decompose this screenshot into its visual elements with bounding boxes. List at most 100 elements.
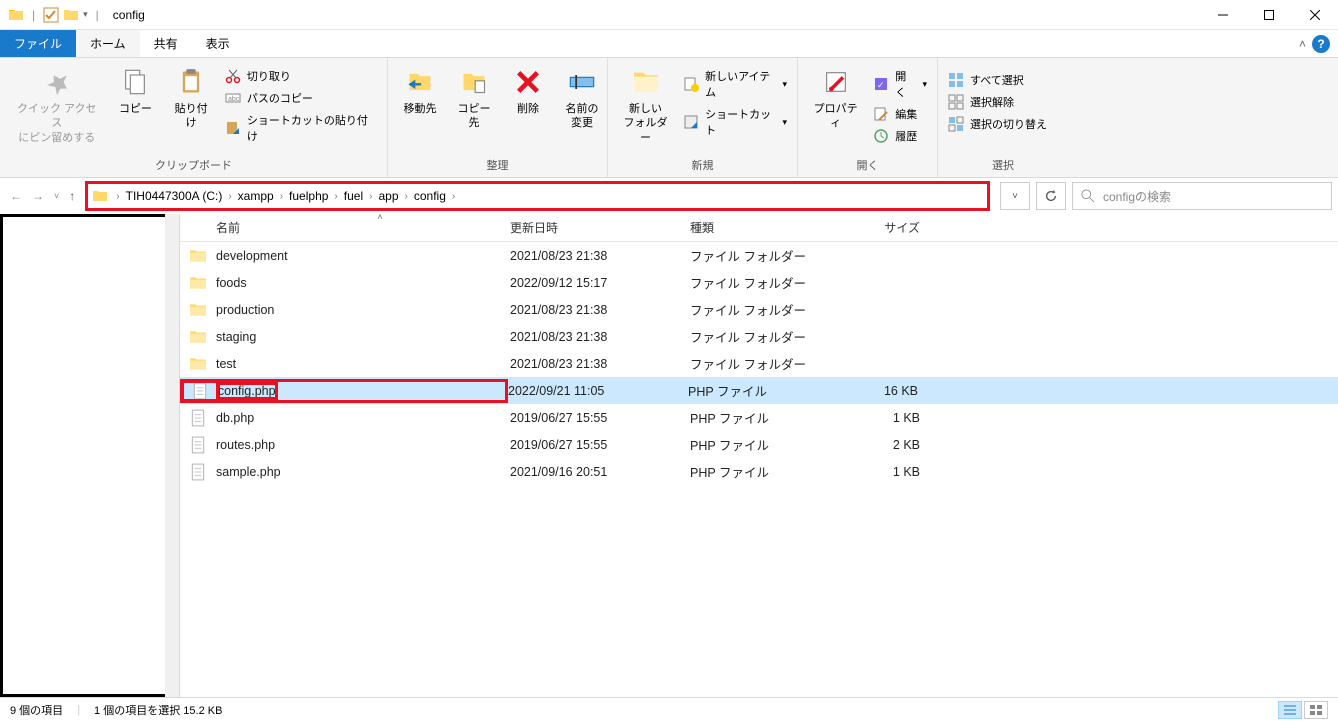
breadcrumb[interactable]: › TIH0447300A (C:) › xampp › fuelphp › f… [85,181,990,211]
column-header-date[interactable]: 更新日時 [510,219,690,236]
file-row[interactable]: config.php2022/09/21 11:05PHP ファイル16 KB [180,377,1338,404]
select-none-button[interactable]: 選択解除 [944,92,1051,112]
sort-indicator-icon: ˄ [377,214,382,222]
ribbon: クイック アクセス にピン留めする コピー 貼り付け 切り取り abc パスのコ… [0,58,1338,178]
column-header-name[interactable]: 名前 [180,219,510,236]
chevron-right-icon[interactable]: › [114,191,121,202]
search-input[interactable]: configの検索 [1072,182,1332,210]
status-selected: 1 個の項目を選択 15.2 KB [94,702,222,718]
file-name: config.php [218,384,276,398]
large-icons-view-button[interactable] [1304,701,1328,719]
file-icon [180,409,216,427]
collapse-ribbon-icon[interactable]: ˄ [1299,37,1306,51]
breadcrumb-segment[interactable]: TIH0447300A (C:) [122,189,227,203]
back-button[interactable]: ← [10,189,22,203]
ribbon-tabs: ファイル ホーム 共有 表示 ˄ ? [0,30,1338,58]
paste-shortcut-button[interactable]: ショートカットの貼り付け [221,110,381,146]
tab-file[interactable]: ファイル [0,30,76,57]
new-item-button[interactable]: 新しいアイテム▾ [679,66,791,102]
file-date: 2021/08/23 21:38 [510,330,690,344]
folder-icon [180,274,216,292]
group-label-clipboard: クリップボード [0,155,387,177]
cut-button[interactable]: 切り取り [221,66,381,86]
file-type: ファイル フォルダー [690,300,840,319]
file-type: ファイル フォルダー [690,327,840,346]
folder-icon [8,7,24,23]
breadcrumb-segment[interactable]: fuel [340,189,367,203]
navigation-pane[interactable] [0,214,180,697]
breadcrumb-segment[interactable]: app [374,189,402,203]
file-size: 2 KB [840,438,940,452]
column-header-type[interactable]: 種類 [690,219,840,236]
file-row[interactable]: development2021/08/23 21:38ファイル フォルダー [180,242,1338,269]
qat-dropdown-icon[interactable]: ▾ [83,9,88,20]
copy-path-button[interactable]: abc パスのコピー [221,88,381,108]
qat-checkbox-icon[interactable] [43,7,59,23]
file-row[interactable]: staging 2021/08/23 21:38ファイル フォルダー [180,323,1338,350]
content-area: ˄ 名前 更新日時 種類 サイズ development2021/08/23 2… [0,214,1338,697]
refresh-button[interactable] [1036,182,1066,210]
file-row[interactable]: routes.php2019/06/27 15:55PHP ファイル2 KB [180,431,1338,458]
invert-selection-button[interactable]: 選択の切り替え [944,114,1051,134]
chevron-right-icon[interactable]: › [367,191,374,202]
file-type: PHP ファイル [690,462,840,481]
file-row[interactable]: sample.php2021/09/16 20:51PHP ファイル1 KB [180,458,1338,485]
new-folder-button[interactable]: 新しい フォルダー [614,62,677,149]
file-size: 1 KB [840,465,940,479]
tab-share[interactable]: 共有 [140,30,192,57]
breadcrumb-segment[interactable]: fuelphp [285,189,332,203]
file-icon [183,382,218,400]
move-to-button[interactable]: 移動先 [394,62,446,120]
close-button[interactable] [1292,0,1338,30]
file-type: ファイル フォルダー [690,354,840,373]
edit-button[interactable]: 編集 [869,104,931,124]
chevron-right-icon[interactable]: › [450,191,457,202]
chevron-right-icon[interactable]: › [226,191,233,202]
minimize-button[interactable] [1200,0,1246,30]
tab-view[interactable]: 表示 [192,30,244,57]
file-row[interactable]: db.php2019/06/27 15:55PHP ファイル1 KB [180,404,1338,431]
file-list: ˄ 名前 更新日時 種類 サイズ development2021/08/23 2… [180,214,1338,697]
rename-button[interactable]: 名前の 変更 [556,62,608,135]
folder-icon [180,355,216,373]
file-date: 2019/06/27 15:55 [510,438,690,452]
folder-icon [180,247,216,265]
chevron-right-icon[interactable]: › [278,191,285,202]
breadcrumb-segment[interactable]: xampp [234,189,278,203]
breadcrumb-segment[interactable]: config [410,189,450,203]
file-name: sample.php [216,465,281,479]
file-size: 16 KB [838,384,938,398]
history-button[interactable]: 履歴 [869,126,931,146]
recent-locations-button[interactable]: ˅ [54,191,59,201]
open-button[interactable]: ✓ 開く▾ [869,66,931,102]
file-row[interactable]: foods2022/09/12 15:17ファイル フォルダー [180,269,1338,296]
copy-button[interactable]: コピー [109,62,161,120]
breadcrumb-dropdown[interactable]: ˅ [1000,182,1030,210]
tab-home[interactable]: ホーム [76,30,140,57]
file-type: PHP ファイル [688,381,838,400]
file-name: staging [216,330,256,344]
file-type: PHP ファイル [690,408,840,427]
delete-button[interactable]: 削除 [502,62,554,120]
paste-button[interactable]: 貼り付け [163,62,218,135]
separator: | [96,8,99,22]
help-icon[interactable]: ? [1312,35,1330,53]
chevron-right-icon[interactable]: › [332,191,339,202]
file-icon [180,436,216,454]
select-all-button[interactable]: すべて選択 [944,70,1051,90]
chevron-right-icon[interactable]: › [403,191,410,202]
column-header-size[interactable]: サイズ [840,219,940,236]
file-row[interactable]: test2021/08/23 21:38ファイル フォルダー [180,350,1338,377]
details-view-button[interactable] [1278,701,1302,719]
pin-to-quick-access-button[interactable]: クイック アクセス にピン留めする [6,62,107,149]
up-button[interactable]: ↑ [69,189,75,203]
group-label-select: 選択 [938,155,1068,177]
properties-button[interactable]: プロパティ [804,62,867,135]
file-type: ファイル フォルダー [690,246,840,265]
new-shortcut-button[interactable]: ショートカット▾ [679,104,791,140]
maximize-button[interactable] [1246,0,1292,30]
file-row[interactable]: production2021/08/23 21:38ファイル フォルダー [180,296,1338,323]
forward-button[interactable]: → [32,189,44,203]
file-size: 1 KB [840,411,940,425]
copy-to-button[interactable]: コピー先 [448,62,500,135]
